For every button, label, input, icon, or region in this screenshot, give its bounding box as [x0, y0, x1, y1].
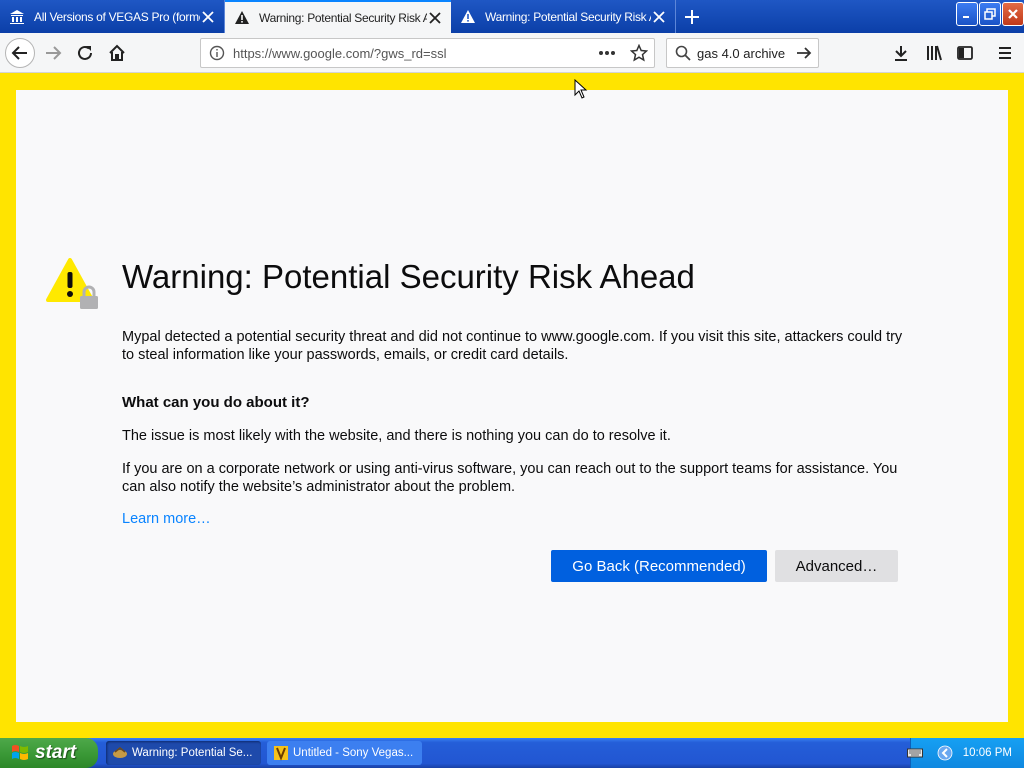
- plus-icon: [685, 9, 699, 24]
- sidebar-button[interactable]: [950, 38, 980, 68]
- url-bar[interactable]: https://www.google.com/?gws_rd=ssl: [200, 38, 655, 68]
- download-icon: [895, 46, 907, 61]
- search-bar[interactable]: gas 4.0 archive: [666, 38, 819, 68]
- windows-logo-icon: [12, 745, 28, 760]
- search-icon: [675, 45, 691, 61]
- forward-button[interactable]: [38, 38, 68, 68]
- info-icon[interactable]: [209, 45, 225, 61]
- keyboard-icon[interactable]: [907, 747, 923, 759]
- tab-title: Warning: Potential Security Risk Ahead: [485, 9, 651, 24]
- learn-more-link[interactable]: Learn more…: [122, 511, 211, 527]
- corporate-network-note: If you are on a corporate network or usi…: [122, 461, 898, 495]
- go-back-button[interactable]: Go Back (Recommended): [551, 550, 767, 582]
- library-icon: [927, 45, 942, 61]
- arrow-left-icon: [11, 46, 27, 60]
- tab-strip: All Versions of VEGAS Pro (formerly Warn…: [0, 0, 1024, 33]
- threat-description: Mypal detected a potential security thre…: [122, 329, 903, 363]
- browser-app-icon: [112, 745, 128, 761]
- bookmark-star-icon[interactable]: [630, 44, 648, 62]
- close-tab-icon[interactable]: [651, 9, 667, 25]
- warning-icon: [233, 9, 251, 27]
- downloads-button[interactable]: [886, 38, 916, 68]
- what-can-you-do-heading: What can you do about it?: [122, 394, 310, 411]
- issue-explanation: The issue is most likely with the websit…: [122, 428, 671, 444]
- system-tray: 10:06 PM: [907, 738, 1024, 768]
- minimize-button[interactable]: [956, 2, 978, 26]
- taskbar-item-browser[interactable]: Warning: Potential Se...: [106, 741, 261, 765]
- taskbar-item-label: Warning: Potential Se...: [132, 747, 253, 759]
- home-icon: [109, 44, 125, 61]
- error-page: Warning: Potential Security Risk Ahead M…: [16, 90, 1008, 722]
- close-icon: [1008, 9, 1018, 19]
- url-text[interactable]: https://www.google.com/?gws_rd=ssl: [233, 46, 598, 61]
- hamburger-menu-icon: [999, 47, 1011, 59]
- menu-button[interactable]: [990, 38, 1020, 68]
- new-tab-button[interactable]: [676, 0, 708, 33]
- navigation-toolbar: https://www.google.com/?gws_rd=ssl gas 4…: [0, 33, 1024, 73]
- museum-icon: [8, 8, 26, 26]
- taskbar-item-sony-vegas[interactable]: Untitled - Sony Vegas...: [267, 741, 422, 765]
- arrow-right-icon: [46, 46, 62, 60]
- taskbar: start Warning: Potential Se... Untitled …: [0, 738, 1024, 768]
- close-tab-icon[interactable]: [200, 9, 216, 25]
- start-button[interactable]: start: [0, 738, 98, 768]
- search-input[interactable]: gas 4.0 archive: [697, 46, 796, 61]
- restore-button[interactable]: [979, 2, 1001, 26]
- mouse-cursor-icon: [574, 79, 588, 99]
- window-controls: [956, 2, 1024, 26]
- warning-icon: [459, 8, 477, 26]
- back-button[interactable]: [5, 38, 35, 68]
- tab-vegas-versions[interactable]: All Versions of VEGAS Pro (formerly: [0, 0, 225, 33]
- sidebar-icon: [957, 46, 973, 60]
- close-tab-icon[interactable]: [427, 10, 443, 26]
- tray-collapse-icon[interactable]: [937, 745, 953, 761]
- tab-title: All Versions of VEGAS Pro (formerly: [34, 9, 201, 24]
- reload-button[interactable]: [70, 38, 100, 68]
- page-title: Warning: Potential Security Risk Ahead: [122, 258, 695, 295]
- search-go-icon[interactable]: [796, 45, 812, 61]
- advanced-button[interactable]: Advanced…: [775, 550, 898, 582]
- restore-icon: [984, 8, 996, 20]
- minimize-icon: [963, 16, 969, 18]
- library-button[interactable]: [919, 38, 949, 68]
- warning-lock-icon: [46, 258, 102, 314]
- close-window-button[interactable]: [1002, 2, 1024, 26]
- reload-icon: [78, 45, 92, 60]
- taskbar-item-label: Untitled - Sony Vegas...: [293, 747, 414, 759]
- page-actions-icon[interactable]: [598, 50, 616, 56]
- tab-security-warning-active[interactable]: Warning: Potential Security Risk Ahead: [225, 0, 451, 33]
- tab-security-warning[interactable]: Warning: Potential Security Risk Ahead: [451, 0, 676, 33]
- home-button[interactable]: [102, 38, 132, 68]
- clock: 10:06 PM: [962, 747, 1012, 759]
- vegas-app-icon: [273, 745, 289, 761]
- start-label: start: [35, 742, 77, 763]
- tab-title: Warning: Potential Security Risk Ahead: [259, 10, 427, 25]
